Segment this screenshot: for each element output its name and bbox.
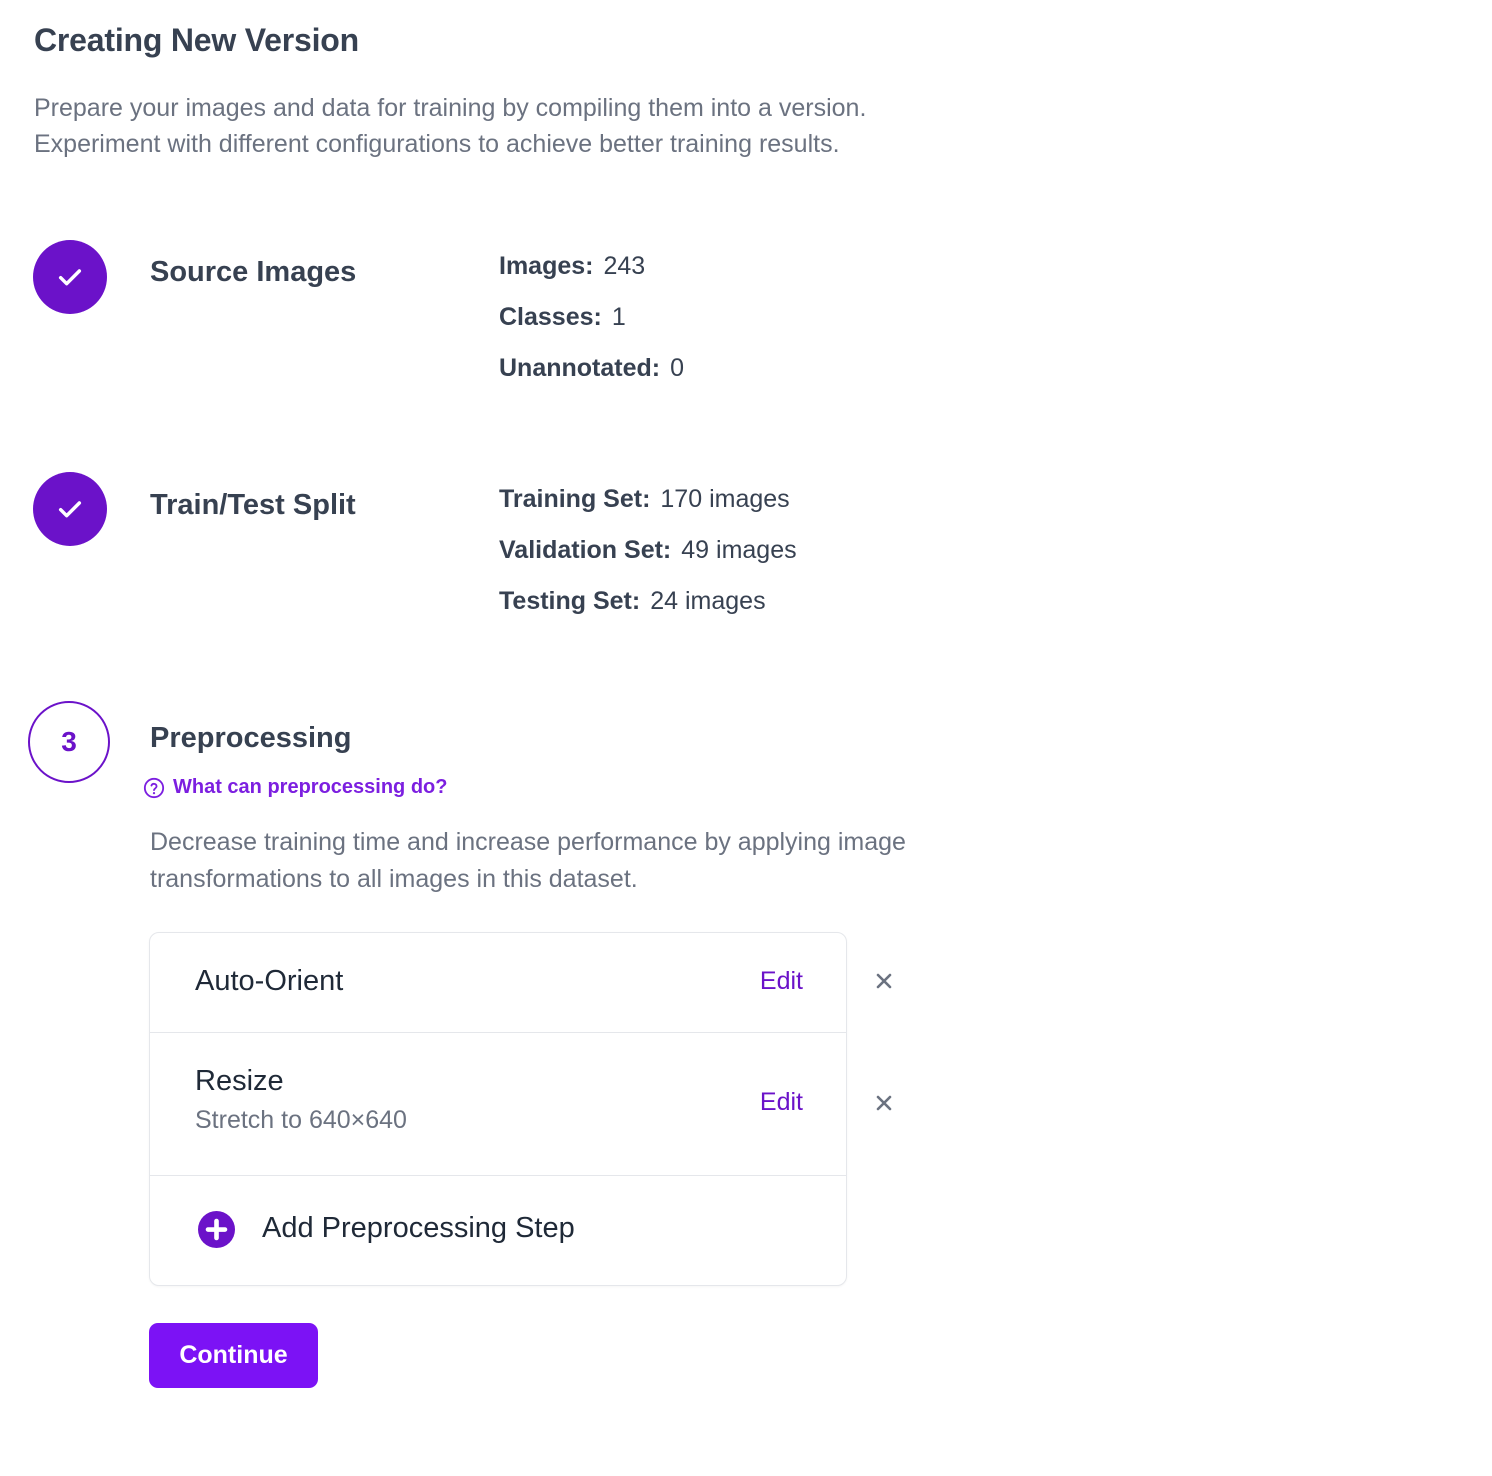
stat-label: Validation Set: [499,536,672,564]
add-preprocessing-step-row[interactable]: Add Preprocessing Step [150,1176,846,1286]
stat-value: 49 images [681,536,797,564]
stat-row-training-set: Training Set: 170 images [499,484,797,535]
check-icon [58,501,82,518]
stat-value: 0 [670,354,685,382]
page-title: Creating New Version [34,22,359,58]
preprocessing-item-title: Auto-Orient [195,965,344,997]
edit-auto-orient-button[interactable]: Edit [760,967,803,996]
remove-resize-button[interactable] [872,1091,896,1115]
step-1-complete-indicator [33,240,107,314]
close-icon [876,1095,892,1111]
stat-value: 243 [603,252,646,280]
close-icon [876,973,892,989]
plus-circle-icon [198,1211,235,1248]
step-title-train-test-split: Train/Test Split [150,489,356,521]
stat-row-images: Images: 243 [499,251,684,302]
step-number: 3 [61,726,77,757]
stat-label: Unannotated: [499,354,661,382]
preprocessing-item-subtitle: Stretch to 640×640 [195,1106,407,1134]
preprocessing-item-auto-orient: Auto-Orient Edit [150,933,846,1033]
page-intro: Prepare your images and data for trainin… [34,90,866,162]
preprocessing-steps-card: Auto-Orient Edit Resize Stretch to 640×6… [149,932,847,1286]
stat-row-testing-set: Testing Set: 24 images [499,586,797,637]
stat-label: Testing Set: [499,587,641,615]
stat-label: Images: [499,252,594,280]
step-2-complete-indicator [33,472,107,546]
check-icon [58,269,82,286]
stat-label: Training Set: [499,485,651,513]
description-line-1: Decrease training time and increase perf… [150,828,906,856]
stat-value: 170 images [660,485,790,513]
step-title-preprocessing: Preprocessing [150,722,352,754]
preprocessing-item-resize: Resize Stretch to 640×640 Edit [150,1033,846,1176]
step-title-source-images: Source Images [150,256,357,288]
stat-row-validation-set: Validation Set: 49 images [499,535,797,586]
description-line-2: transformations to all images in this da… [150,865,638,893]
preprocessing-item-title: Resize [195,1065,284,1097]
intro-line-1: Prepare your images and data for trainin… [34,94,867,122]
add-preprocessing-step-label: Add Preprocessing Step [262,1212,575,1244]
stat-row-classes: Classes: 1 [499,302,684,353]
help-link-label: What can preprocessing do? [173,776,448,798]
stat-row-unannotated: Unannotated: 0 [499,353,684,404]
question-circle-icon [143,777,165,798]
stat-value: 24 images [650,587,766,615]
edit-resize-button[interactable]: Edit [760,1088,803,1117]
continue-button[interactable]: Continue [149,1323,318,1388]
stat-value: 1 [611,303,626,331]
stat-label: Classes: [499,303,602,331]
preprocessing-description: Decrease training time and increase perf… [150,824,1010,898]
source-images-stats: Images: 243 Classes: 1 Unannotated: 0 [499,251,684,404]
intro-line-2: Experiment with different configurations… [34,130,840,158]
preprocessing-help-link[interactable]: What can preprocessing do? [143,776,447,799]
split-stats: Training Set: 170 images Validation Set: 4… [499,484,797,637]
step-3-current-indicator: 3 [28,701,110,783]
remove-auto-orient-button[interactable] [872,969,896,993]
